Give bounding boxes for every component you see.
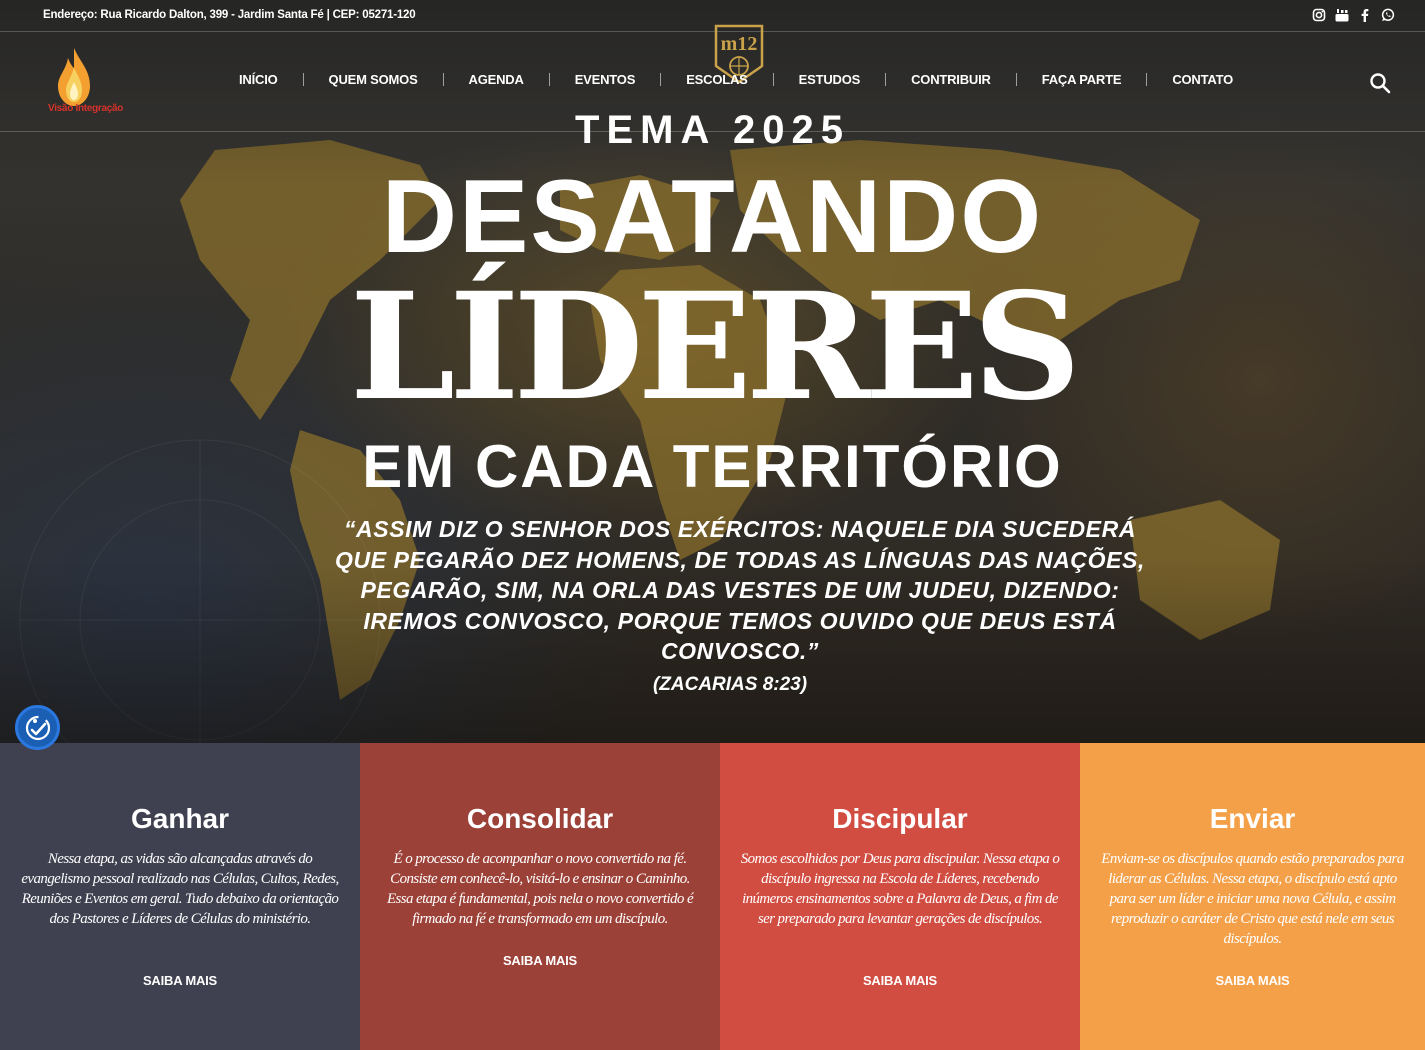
whatsapp-icon[interactable]: [1381, 8, 1395, 22]
steps-section: Ganhar Nessa etapa, as vidas são alcança…: [0, 743, 1425, 1050]
card-description: É o processo de acompanhar o novo conver…: [386, 851, 694, 927]
card-discipular: Discipular Somos escolhidos por Deus par…: [720, 743, 1080, 1050]
card-title: Discipular: [832, 803, 968, 834]
instagram-icon[interactable]: [1312, 8, 1326, 22]
nav-item-quem-somos[interactable]: QUEM SOMOS: [304, 72, 443, 87]
card-title: Ganhar: [130, 803, 230, 834]
nav-item-escolas[interactable]: ESCOLAS: [661, 72, 772, 87]
saiba-mais-link[interactable]: SAIBA MAIS: [720, 973, 1080, 988]
headline-line-1: DESATANDO: [381, 159, 1044, 275]
bible-reference: (ZACARIAS 8:23): [652, 674, 808, 695]
accessibility-button[interactable]: [15, 705, 60, 750]
nav-item-inicio[interactable]: INÍCIO: [214, 72, 303, 87]
card-ganhar: Ganhar Nessa etapa, as vidas são alcança…: [0, 743, 360, 1050]
card-description: Nessa etapa, as vidas são alcançadas atr…: [21, 851, 339, 927]
nav-item-estudos[interactable]: ESTUDOS: [774, 72, 885, 87]
card-description: Enviam-se os discípulos quando estão pre…: [1101, 851, 1404, 947]
youtube-icon[interactable]: [1335, 8, 1349, 22]
bible-verse: “ASSIM DIZ O SENHOR DOS EXÉRCITOS: NAQUE…: [335, 516, 1145, 664]
headline-line-3: EM CADA TERRITÓRIO: [362, 433, 1063, 500]
saiba-mais-link[interactable]: SAIBA MAIS: [1080, 973, 1425, 988]
search-icon[interactable]: [1369, 72, 1391, 94]
nav-item-contribuir[interactable]: CONTRIBUIR: [886, 72, 1016, 87]
facebook-icon[interactable]: [1358, 8, 1372, 22]
accessibility-icon: [25, 715, 50, 740]
address-text: Endereço: Rua Ricardo Dalton, 399 - Jard…: [43, 9, 416, 21]
main-header: Visão Integração m12 INÍCIO QUEM SOMOS A…: [0, 24, 1425, 132]
nav-item-eventos[interactable]: EVENTOS: [550, 72, 661, 87]
headline-line-2: LÍDERES: [349, 260, 1081, 434]
nav-item-faca-parte[interactable]: FAÇA PARTE: [1017, 72, 1147, 87]
card-consolidar: Consolidar É o processo de acompanhar o …: [360, 743, 720, 1050]
saiba-mais-link[interactable]: SAIBA MAIS: [360, 953, 720, 968]
nav-item-agenda[interactable]: AGENDA: [444, 72, 549, 87]
card-title: Consolidar: [466, 803, 614, 834]
nav-item-contato[interactable]: CONTATO: [1147, 72, 1258, 87]
m12-badge-text: m12: [721, 33, 758, 55]
card-description: Somos escolhidos por Deus para discipula…: [740, 851, 1060, 927]
card-title: Enviar: [1209, 803, 1296, 834]
saiba-mais-link[interactable]: SAIBA MAIS: [0, 973, 360, 988]
main-nav: INÍCIO QUEM SOMOS AGENDA EVENTOS ESCOLAS…: [214, 72, 1258, 87]
card-enviar: Enviar Enviam-se os discípulos quando es…: [1080, 743, 1425, 1050]
church-logo-text: Visão Integração: [48, 103, 124, 114]
social-links: [1312, 8, 1395, 22]
